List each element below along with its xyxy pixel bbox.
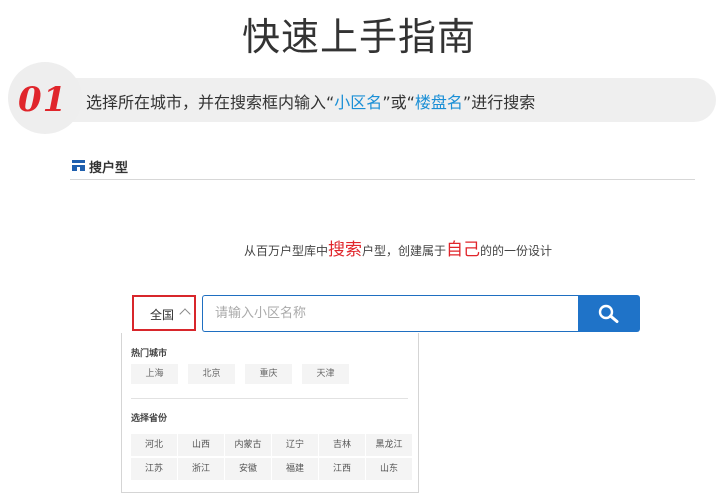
hot-cities-label: 热门城市	[131, 349, 168, 359]
step-number: 01	[18, 80, 68, 120]
search-subtitle: 从百万户型库中搜索户型，创建属于自己的的一份设计	[244, 238, 552, 263]
step-text-before: 选择所在城市，并在搜索框内输入“	[86, 93, 335, 112]
subtitle-emphasis-self: 自己	[446, 240, 481, 260]
hot-city-item[interactable]: 重庆	[245, 364, 292, 384]
hot-city-item[interactable]: 天津	[302, 364, 349, 384]
province-item[interactable]: 江苏	[131, 458, 177, 480]
section-label: 搜户型	[89, 161, 129, 176]
province-item[interactable]: 山东	[366, 458, 412, 480]
province-list: 河北 山西 内蒙古 辽宁 吉林 黑龙江 江苏 浙江 安徽 福建 江西 山东	[131, 434, 421, 482]
province-item[interactable]: 河北	[131, 434, 177, 456]
province-item[interactable]: 黑龙江	[366, 434, 412, 456]
hot-city-item[interactable]: 上海	[131, 364, 178, 384]
hot-city-item[interactable]: 北京	[188, 364, 235, 384]
keyword-community-name: 小区名	[334, 93, 383, 112]
search-icon	[598, 304, 619, 323]
province-item[interactable]: 内蒙古	[225, 434, 271, 456]
page-title: 快速上手指南	[241, 15, 476, 59]
step-instruction: 选择所在城市，并在搜索框内输入“小区名”或“楼盘名”进行搜索	[86, 89, 535, 113]
province-item[interactable]: 安徽	[225, 458, 271, 480]
search-bar: 全国	[132, 295, 640, 332]
search-button[interactable]	[578, 295, 640, 332]
province-item[interactable]: 吉林	[319, 434, 365, 456]
city-selector-label: 全国	[150, 308, 175, 322]
section-header: 搜户型	[70, 156, 695, 180]
step-banner: 01 选择所在城市，并在搜索框内输入“小区名”或“楼盘名”进行搜索	[8, 62, 716, 134]
province-item[interactable]: 江西	[319, 458, 365, 480]
search-input[interactable]	[202, 295, 578, 332]
subtitle-emphasis-search: 搜索	[328, 240, 363, 260]
province-item[interactable]: 辽宁	[272, 434, 318, 456]
hot-cities-list: 上海 北京 重庆 天津	[131, 364, 421, 390]
subtitle-part2: 户型，创建属于	[362, 244, 447, 258]
dropdown-divider	[131, 398, 408, 399]
province-label: 选择省份	[131, 414, 168, 424]
province-item[interactable]: 福建	[272, 458, 318, 480]
house-plan-icon	[72, 160, 85, 171]
keyword-estate-name: 楼盘名	[414, 93, 463, 112]
chevron-up-icon	[179, 308, 191, 320]
step-text-middle: ”或“	[382, 93, 415, 112]
city-dropdown: 热门城市 上海 北京 重庆 天津 选择省份 河北 山西 内蒙古 辽宁 吉林 黑龙…	[121, 333, 419, 493]
subtitle-part3: 的的一份设计	[480, 244, 553, 258]
step-text-after: ”进行搜索	[462, 93, 536, 112]
city-selector[interactable]: 全国	[132, 295, 196, 331]
subtitle-part1: 从百万户型库中	[244, 244, 329, 258]
province-item[interactable]: 浙江	[178, 458, 224, 480]
province-item[interactable]: 山西	[178, 434, 224, 456]
